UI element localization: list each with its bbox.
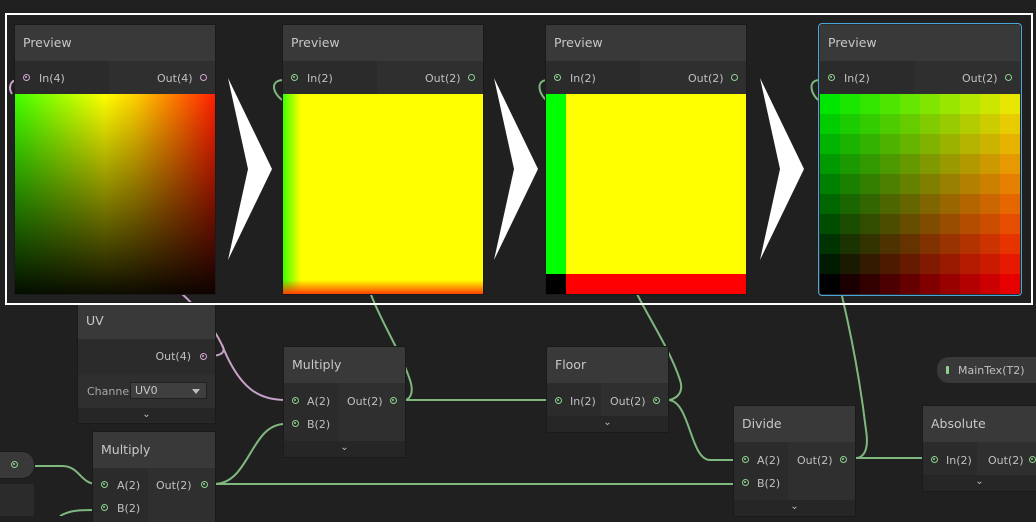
uv-node-title: UV bbox=[78, 303, 215, 339]
absolute-node-title: Absolute bbox=[923, 406, 1036, 442]
absolute-input-label: In(2) bbox=[946, 454, 972, 467]
divide-node-title: Divide bbox=[734, 406, 855, 442]
absolute-output-port[interactable] bbox=[1029, 456, 1036, 463]
chevron-down-icon bbox=[192, 389, 200, 394]
floor-node[interactable]: Floor In(2) Out(2) ⌄ bbox=[547, 347, 668, 432]
divide-a-label: A(2) bbox=[757, 454, 781, 467]
uv-channel-dropdown[interactable]: UV0 bbox=[130, 382, 207, 399]
multiply-node[interactable]: Multiply A(2) B(2) Out(2) bbox=[93, 432, 215, 522]
multiply-output-label: Out(2) bbox=[156, 479, 192, 492]
multiply-output-port[interactable] bbox=[201, 481, 208, 488]
highlight-frame bbox=[5, 13, 1033, 305]
absolute-input-port[interactable] bbox=[931, 456, 938, 463]
divide-a-port[interactable] bbox=[742, 456, 749, 463]
multiply-a-port[interactable] bbox=[101, 481, 108, 488]
divide-output-port[interactable] bbox=[840, 456, 847, 463]
expand-chevron-icon[interactable]: ⌄ bbox=[284, 441, 405, 457]
uv-channel-label: Channe bbox=[87, 385, 130, 398]
floor-output-port[interactable] bbox=[653, 397, 660, 404]
multiply-output-label: Out(2) bbox=[347, 395, 383, 408]
absolute-output-label: Out(2) bbox=[988, 454, 1024, 467]
multiply-a-port[interactable] bbox=[292, 397, 299, 404]
partial-node-port[interactable] bbox=[11, 461, 18, 468]
multiply-a-label: A(2) bbox=[307, 395, 331, 408]
multiply-output-port[interactable] bbox=[390, 397, 397, 404]
expand-chevron-icon[interactable]: ⌄ bbox=[734, 500, 855, 516]
property-indicator-icon bbox=[946, 366, 949, 374]
divide-b-port[interactable] bbox=[742, 479, 749, 486]
maintex-property-node[interactable]: MainTex(T2) bbox=[937, 357, 1036, 383]
uv-channel-value: UV0 bbox=[135, 384, 158, 397]
multiply-a-label: A(2) bbox=[117, 479, 141, 492]
floor-input-port[interactable] bbox=[555, 397, 562, 404]
partial-node[interactable] bbox=[0, 452, 34, 478]
expand-chevron-icon[interactable]: ⌄ bbox=[923, 475, 1036, 491]
uv-output-port[interactable] bbox=[200, 353, 207, 360]
uv-output-label: Out(4) bbox=[155, 350, 191, 363]
uv-node[interactable]: UV Out(4) Channe UV0 ⌄ bbox=[78, 303, 215, 423]
maintex-label: MainTex(T2) bbox=[958, 364, 1025, 377]
divide-b-label: B(2) bbox=[757, 477, 781, 490]
floor-node-title: Floor bbox=[547, 347, 668, 383]
multiply-node[interactable]: Multiply A(2) B(2) Out(2) ⌄ bbox=[284, 347, 405, 457]
multiply-node-title: Multiply bbox=[284, 347, 405, 383]
expand-chevron-icon[interactable]: ⌄ bbox=[78, 408, 215, 422]
divide-output-label: Out(2) bbox=[797, 454, 833, 467]
multiply-b-port[interactable] bbox=[292, 420, 299, 427]
multiply-b-label: B(2) bbox=[117, 502, 141, 515]
multiply-b-port[interactable] bbox=[101, 504, 108, 511]
floor-output-label: Out(2) bbox=[610, 395, 646, 408]
absolute-node[interactable]: Absolute In(2) Out(2) ⌄ bbox=[923, 406, 1036, 491]
multiply-b-label: B(2) bbox=[307, 418, 331, 431]
partial-node-body bbox=[0, 484, 34, 516]
expand-chevron-icon[interactable]: ⌄ bbox=[547, 416, 668, 432]
multiply-node-title: Multiply bbox=[93, 432, 215, 468]
floor-input-label: In(2) bbox=[570, 395, 596, 408]
divide-node[interactable]: Divide A(2) B(2) Out(2) ⌄ bbox=[734, 406, 855, 516]
